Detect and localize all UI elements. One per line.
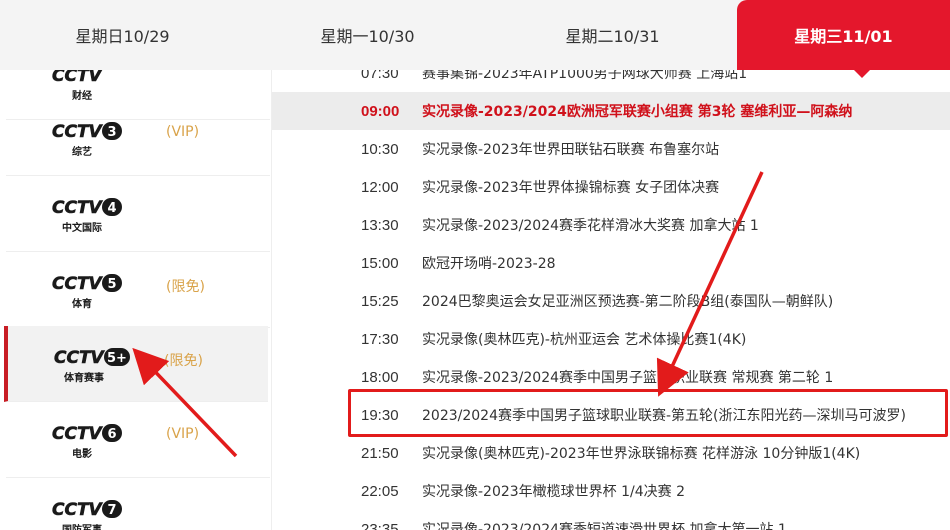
program-title: 赛事集锦-2023年ATP1000男子网球大师赛 上海站1	[422, 70, 748, 82]
program-title: 实况录像-2023/2024欧洲冠军联赛小组赛 第3轮 塞维利亚—阿森纳	[422, 104, 853, 120]
program-time: 12:00	[361, 178, 399, 196]
program-title: 实况录像-2023年世界田联钻石联赛 布鲁塞尔站	[422, 142, 720, 158]
channel-logo: CCTV 财经	[52, 70, 134, 104]
channel-brand-text: CCTV	[52, 122, 104, 142]
channel-list: CCTV 财经 CCTV 3 综艺 (VIP) CCTV 4 中文国际 CCTV 5 体育 (限免) CC…	[0, 70, 272, 530]
annotation-highlight-box	[348, 389, 948, 437]
channel-logo: CCTV 4 中文国际	[52, 196, 134, 236]
channel-cn-name: 国防军事	[62, 523, 102, 530]
program-time: 17:30	[361, 330, 399, 348]
tab-monday[interactable]: 星期一10/30	[245, 0, 490, 70]
channel-item[interactable]: CCTV 5 体育 (限免)	[6, 252, 270, 328]
program-title: 实况录像(奥林匹克)-杭州亚运会 艺术体操比赛1(4K)	[422, 332, 747, 348]
channel-brand-text: CCTV	[52, 198, 104, 218]
program-row[interactable]: 17:30 实况录像(奥林匹克)-杭州亚运会 艺术体操比赛1(4K)	[272, 320, 950, 358]
channel-number: 6	[107, 427, 116, 442]
program-time: 21:50	[361, 444, 399, 462]
program-title: 实况录像-2023/2024赛季短道速滑世界杯 加拿大第一站 1	[422, 522, 787, 530]
channel-cn-name: 电影	[72, 447, 92, 460]
program-title: 实况录像-2023年世界体操锦标赛 女子团体决赛	[422, 180, 720, 196]
program-time: 09:00	[361, 102, 400, 120]
program-time: 15:00	[361, 254, 399, 272]
tab-wednesday-active[interactable]: 星期三11/01	[737, 0, 950, 70]
channel-brand-text: CCTV	[52, 424, 104, 444]
program-title: 2024巴黎奥运会女足亚洲区预选赛-第二阶段B组(泰国队—朝鲜队)	[422, 294, 834, 310]
channel-brand-text: CCTV	[54, 348, 106, 368]
program-row[interactable]: 21:50 实况录像(奥林匹克)-2023年世界泳联锦标赛 花样游泳 10分钟版1…	[272, 434, 950, 472]
channel-number: 3	[107, 125, 116, 140]
program-row[interactable]: 12:00 实况录像-2023年世界体操锦标赛 女子团体决赛	[272, 168, 950, 206]
channel-access-tag: (VIP)	[166, 124, 200, 140]
program-time: 22:05	[361, 482, 399, 500]
channel-cn-name: 体育赛事	[64, 371, 104, 384]
program-title: 实况录像-2023/2024赛季中国男子篮球职业联赛 常规赛 第二轮 1	[422, 370, 834, 386]
channel-number: 7	[107, 503, 116, 518]
channel-brand-text: CCTV	[52, 500, 104, 520]
program-row[interactable]: 15:25 2024巴黎奥运会女足亚洲区预选赛-第二阶段B组(泰国队—朝鲜队)	[272, 282, 950, 320]
channel-item[interactable]: CCTV7 国防军事	[6, 478, 270, 530]
channel-access-tag: (限免)	[166, 279, 205, 295]
channel-cn-name: 中文国际	[62, 221, 102, 234]
program-row[interactable]: 10:30 实况录像-2023年世界田联钻石联赛 布鲁塞尔站	[272, 130, 950, 168]
channel-logo: CCTV 5+ 体育赛事	[54, 346, 136, 386]
channel-logo: CCTV 5 体育	[52, 272, 134, 312]
program-time: 10:30	[361, 140, 399, 158]
program-schedule: 07:30 赛事集锦-2023年ATP1000男子网球大师赛 上海站1 09:00 实…	[272, 70, 950, 530]
channel-brand-text: CCTV	[52, 274, 104, 294]
program-title: 实况录像(奥林匹克)-2023年世界泳联锦标赛 花样游泳 10分钟版1(4K)	[422, 446, 861, 462]
program-row[interactable]: 07:30 赛事集锦-2023年ATP1000男子网球大师赛 上海站1	[272, 70, 950, 92]
channel-brand-text: CCTV	[52, 70, 104, 86]
channel-item[interactable]: CCTV 6 电影 (VIP)	[6, 402, 270, 478]
channel-access-tag: (VIP)	[166, 426, 200, 442]
program-time: 13:30	[361, 216, 399, 234]
channel-cn-name: 综艺	[72, 145, 92, 158]
program-row[interactable]: 15:00 欧冠开场哨-2023-28	[272, 244, 950, 282]
program-row[interactable]: 23:35 实况录像-2023/2024赛季短道速滑世界杯 加拿大第一站 1	[272, 510, 950, 530]
channel-logo: CCTV 3 综艺	[52, 120, 134, 160]
tab-tuesday[interactable]: 星期二10/31	[490, 0, 735, 70]
program-time: 18:00	[361, 368, 399, 386]
program-time: 15:25	[361, 292, 399, 310]
date-tabs: 星期日10/29 星期一10/30 星期二10/31 星期三11/01	[0, 0, 950, 70]
channel-cn-name: 体育	[72, 297, 92, 310]
channel-logo: CCTV 6 电影	[52, 422, 134, 462]
channel-number: 5	[107, 277, 116, 292]
program-time: 07:30	[361, 70, 399, 82]
channel-item[interactable]: CCTV 4 中文国际	[6, 176, 270, 252]
channel-number: 4	[107, 201, 116, 216]
channel-logo: CCTV7 国防军事	[52, 498, 134, 530]
channel-item[interactable]: CCTV 5+ 体育赛事 (限免)	[4, 326, 268, 402]
channel-item[interactable]: CCTV 3 综艺 (VIP)	[6, 100, 270, 176]
program-row[interactable]: 13:30 实况录像-2023/2024赛季花样滑冰大奖赛 加拿大站 1	[272, 206, 950, 244]
channel-number: 5+	[107, 351, 127, 366]
tab-sunday[interactable]: 星期日10/29	[0, 0, 245, 70]
channel-access-tag: (限免)	[164, 353, 203, 369]
program-title: 实况录像-2023年橄榄球世界杯 1/4决赛 2	[422, 484, 686, 500]
program-row-current[interactable]: 09:00 实况录像-2023/2024欧洲冠军联赛小组赛 第3轮 塞维利亚—阿森…	[272, 92, 950, 130]
program-title: 实况录像-2023/2024赛季花样滑冰大奖赛 加拿大站 1	[422, 218, 759, 234]
program-title: 欧冠开场哨-2023-28	[422, 256, 556, 272]
program-row[interactable]: 22:05 实况录像-2023年橄榄球世界杯 1/4决赛 2	[272, 472, 950, 510]
program-time: 23:35	[361, 520, 399, 530]
